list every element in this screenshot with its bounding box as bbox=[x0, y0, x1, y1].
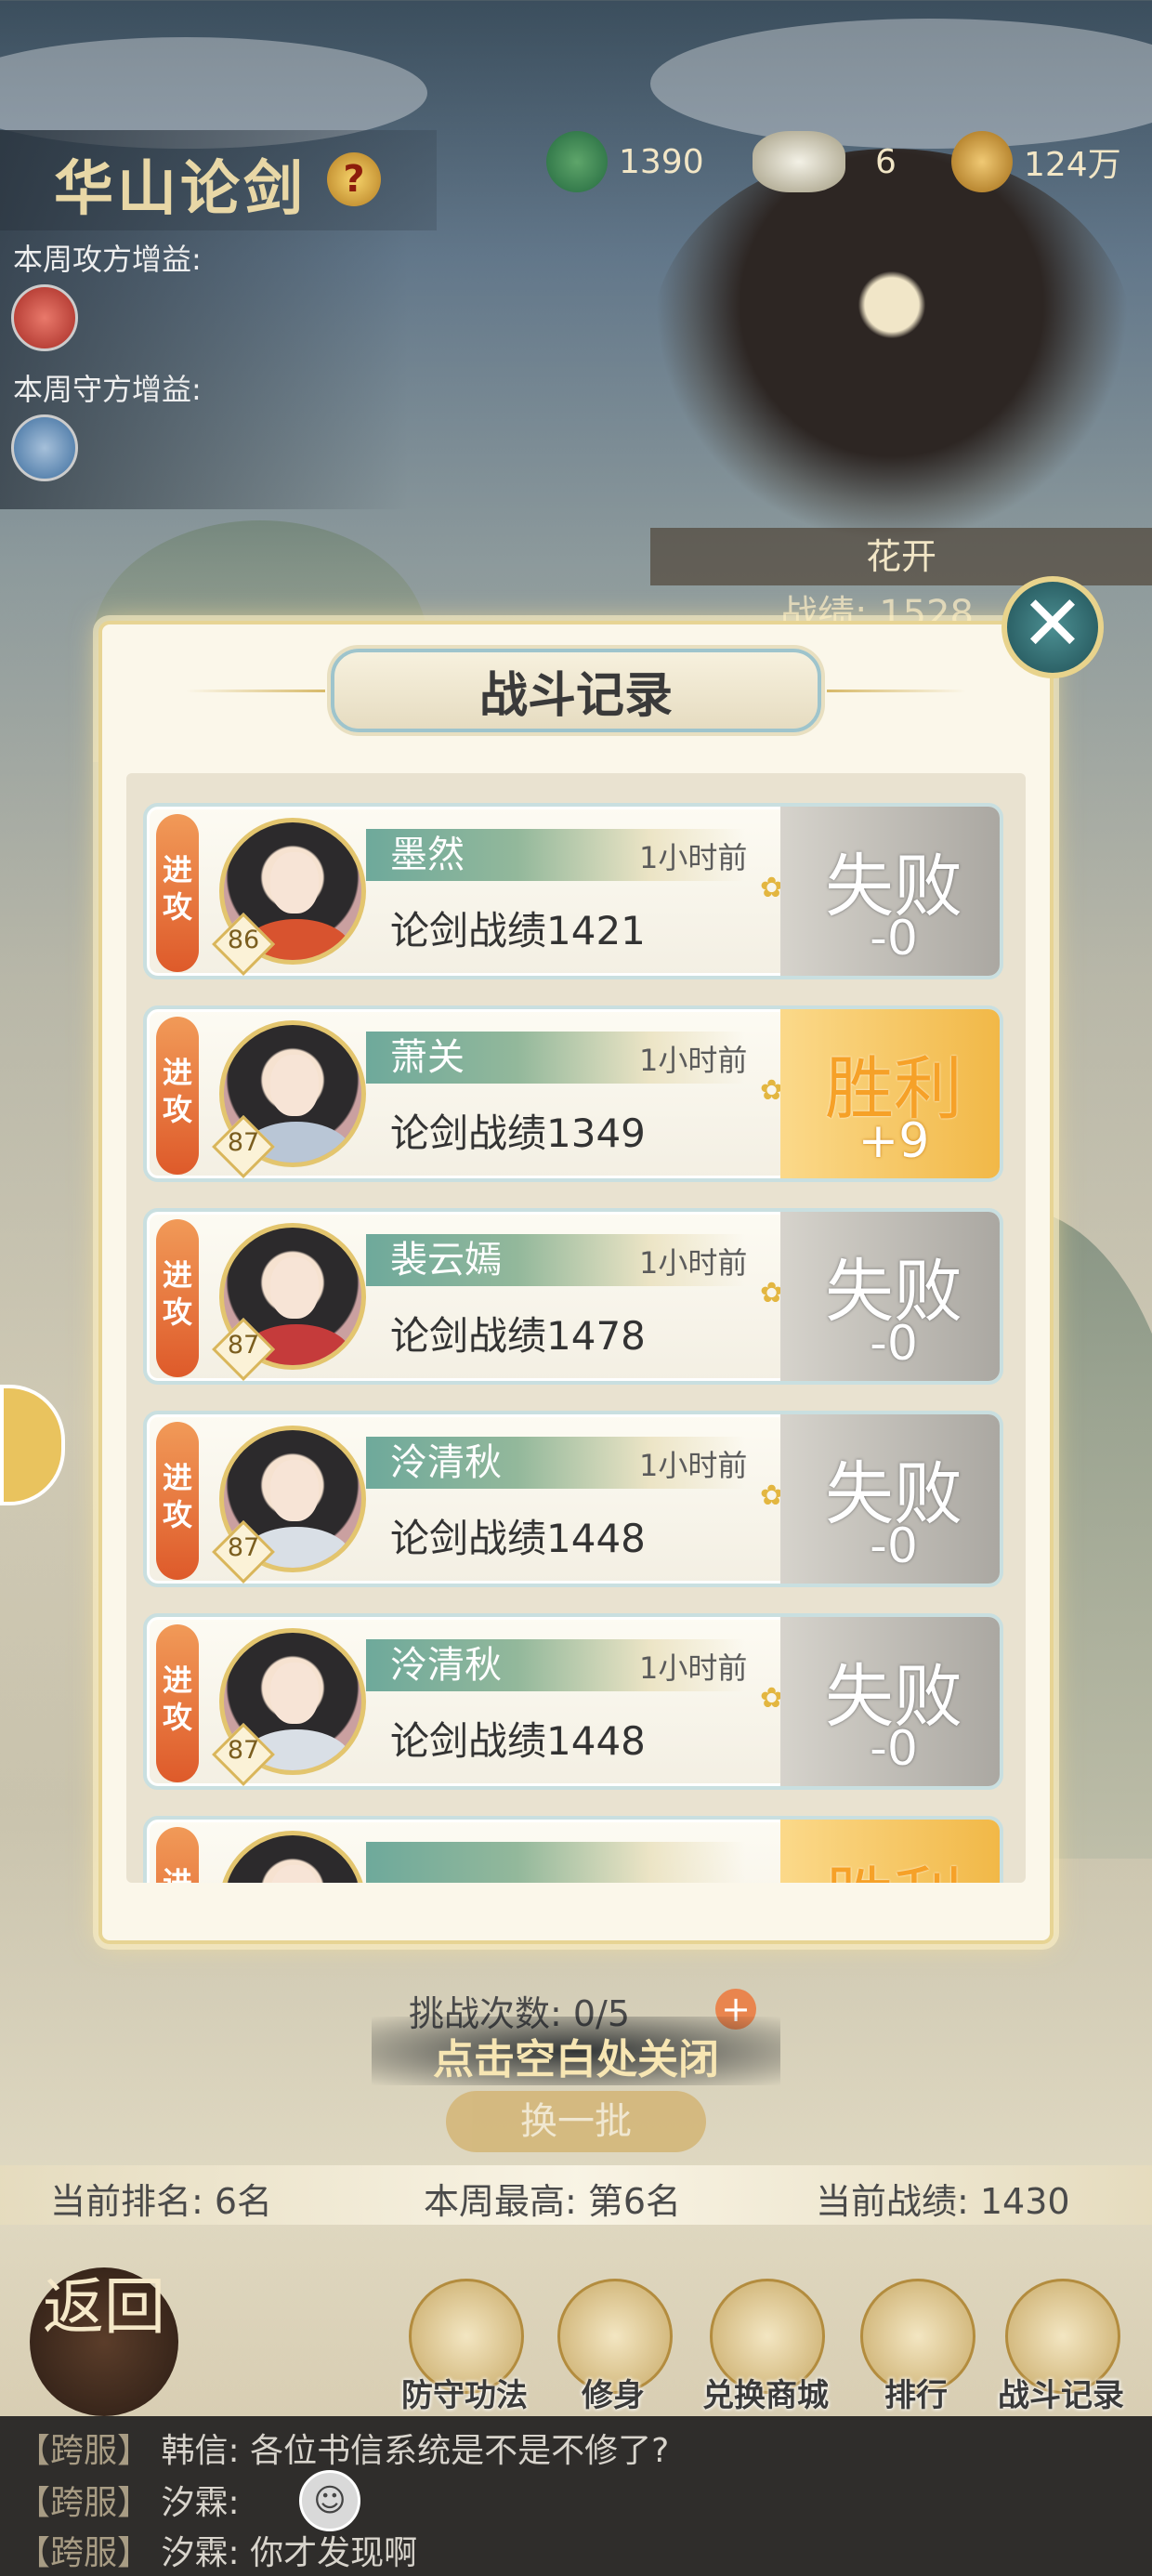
level-value: 87 bbox=[227, 1533, 260, 1562]
chat-channel-tag: 【跨服】 bbox=[17, 2432, 151, 2470]
opponent-name: 裴云嫣 bbox=[390, 1239, 502, 1281]
chat-bubble-button[interactable] bbox=[0, 1385, 65, 1505]
opponent-score: 论剑战绩1478 bbox=[390, 1313, 646, 1359]
result-panel: 失败 -0 bbox=[780, 807, 1000, 976]
record-item[interactable]: 进攻 胜利 bbox=[143, 1816, 1003, 1883]
result-panel: 胜利 bbox=[780, 1820, 1000, 1883]
opponent-avatar[interactable] bbox=[219, 1831, 366, 1883]
resource-silver: 6 bbox=[753, 131, 897, 192]
level-value: 86 bbox=[227, 926, 260, 954]
chat-text: 你才发现啊 bbox=[250, 2534, 418, 2572]
opponent-name: 墨然 bbox=[390, 834, 465, 876]
help-button[interactable]: ? bbox=[327, 152, 381, 206]
record-time: 1小时前 bbox=[639, 1245, 748, 1281]
jade-dragon-icon bbox=[546, 131, 608, 192]
record-list[interactable]: 进攻 86 墨然 1小时前 论剑战绩1421 ✿ 失败 -0 进攻 87 萧关 … bbox=[126, 773, 1026, 1883]
result-text: 胜利 bbox=[780, 1844, 1000, 1883]
chat-channel-tag: 【跨服】 bbox=[17, 2484, 151, 2522]
attack-tag: 进攻 bbox=[156, 1219, 199, 1377]
result-delta: -0 bbox=[870, 1316, 918, 1372]
result-panel: 失败 -0 bbox=[780, 1212, 1000, 1381]
result-delta: +9 bbox=[857, 1113, 930, 1169]
record-item[interactable]: 进攻 87 泠清秋 1小时前 论剑战绩1448 ✿ 失败 -0 bbox=[143, 1411, 1003, 1587]
opponent-score: 论剑战绩1421 bbox=[390, 908, 646, 953]
record-item[interactable]: 进攻 87 萧关 1小时前 论剑战绩1349 ✿ 胜利 +9 bbox=[143, 1005, 1003, 1182]
emoji-sticker-icon: ☺ bbox=[299, 2470, 360, 2531]
attack-tag: 进攻 bbox=[156, 814, 199, 972]
opponent-name: 泠清秋 bbox=[390, 1441, 502, 1484]
chat-sender[interactable]: 韩信: bbox=[161, 2432, 239, 2470]
resource-jade: 1390 bbox=[546, 131, 704, 192]
attack-tag: 进攻 bbox=[156, 1827, 199, 1883]
record-item[interactable]: 进攻 87 泠清秋 1小时前 论剑战绩1448 ✿ 失败 -0 bbox=[143, 1613, 1003, 1790]
modal-title: 战斗记录 bbox=[478, 668, 673, 724]
chat-text: 各位书信系统是不是不修了? bbox=[250, 2432, 670, 2470]
opponent-name: 泠清秋 bbox=[390, 1644, 502, 1687]
return-button[interactable]: 返回 bbox=[30, 2267, 178, 2416]
chat-sender[interactable]: 汐霖: bbox=[161, 2484, 239, 2522]
nav-exchange-shop[interactable]: 兑换商城 bbox=[682, 2370, 849, 2415]
result-panel: 胜利 +9 bbox=[780, 1009, 1000, 1178]
attack-buff-label: 本周攻方增益: bbox=[13, 242, 202, 277]
resource-value: 6 bbox=[875, 142, 897, 181]
record-time: 1小时前 bbox=[639, 1043, 748, 1078]
refresh-button[interactable]: 换一批 bbox=[446, 2091, 706, 2152]
gold-coin-icon bbox=[951, 131, 1013, 192]
nav-ranking[interactable]: 排行 bbox=[832, 2370, 1000, 2415]
chat-channel-tag: 【跨服】 bbox=[17, 2534, 151, 2572]
title-ornament-right bbox=[827, 690, 966, 692]
result-delta: -0 bbox=[870, 911, 918, 966]
opponent-score: 论剑战绩1349 bbox=[390, 1111, 646, 1156]
nav-cultivation[interactable]: 修身 bbox=[530, 2370, 697, 2415]
silver-ingot-icon bbox=[753, 131, 845, 192]
boss-name: 花开 bbox=[650, 528, 1152, 585]
chat-message: 【跨服】 韩信: 各位书信系统是不是不修了? bbox=[17, 2424, 669, 2472]
record-time: 1小时前 bbox=[639, 840, 748, 875]
cloud bbox=[650, 19, 1152, 149]
level-value: 87 bbox=[227, 1128, 260, 1157]
chat-sender[interactable]: 汐霖: bbox=[161, 2534, 239, 2572]
chat-message: 【跨服】 汐霖: bbox=[17, 2476, 240, 2524]
attack-tag: 进攻 bbox=[156, 1624, 199, 1782]
record-time: 1小时前 bbox=[639, 1448, 748, 1483]
opponent-name: 萧关 bbox=[390, 1036, 465, 1079]
resource-value: 1390 bbox=[619, 142, 704, 181]
chat-message: 【跨服】 汐霖: 你才发现啊 bbox=[17, 2526, 417, 2574]
name-bar bbox=[366, 1842, 745, 1883]
current-score: 当前战绩: 1430 bbox=[816, 2181, 1070, 2222]
title-ornament-left bbox=[186, 690, 325, 692]
boss-character-art bbox=[650, 149, 1133, 539]
result-delta: -0 bbox=[870, 1518, 918, 1574]
defense-buff-icon[interactable] bbox=[11, 414, 78, 481]
resource-value: 124万 bbox=[1024, 146, 1121, 184]
page-title: 华山论剑 bbox=[54, 154, 307, 224]
weekly-best: 本周最高: 第6名 bbox=[424, 2181, 682, 2222]
opponent-score: 论剑战绩1448 bbox=[390, 1718, 646, 1764]
result-delta: -0 bbox=[870, 1721, 918, 1777]
result-panel: 失败 -0 bbox=[780, 1617, 1000, 1786]
attack-tag: 进攻 bbox=[156, 1422, 199, 1580]
record-time: 1小时前 bbox=[639, 1650, 748, 1686]
nav-defense-skill[interactable]: 防守功法 bbox=[381, 2370, 548, 2415]
nav-battle-record[interactable]: 战斗记录 bbox=[977, 2370, 1145, 2415]
record-item[interactable]: 进攻 87 裴云嫣 1小时前 论剑战绩1478 ✿ 失败 -0 bbox=[143, 1208, 1003, 1385]
level-value: 87 bbox=[227, 1331, 260, 1360]
close-button[interactable]: ✕ bbox=[1001, 576, 1104, 678]
defense-buff-label: 本周守方增益: bbox=[13, 372, 202, 407]
current-rank: 当前排名: 6名 bbox=[50, 2181, 273, 2222]
attack-tag: 进攻 bbox=[156, 1017, 199, 1175]
tap-to-close-hint: 点击空白处关闭 bbox=[433, 2036, 719, 2083]
record-item[interactable]: 进攻 86 墨然 1小时前 论剑战绩1421 ✿ 失败 -0 bbox=[143, 803, 1003, 979]
result-panel: 失败 -0 bbox=[780, 1414, 1000, 1584]
opponent-score: 论剑战绩1448 bbox=[390, 1516, 646, 1561]
resource-gold: 124万 bbox=[951, 131, 1121, 192]
attack-buff-icon[interactable] bbox=[11, 284, 78, 351]
level-value: 87 bbox=[227, 1736, 260, 1765]
